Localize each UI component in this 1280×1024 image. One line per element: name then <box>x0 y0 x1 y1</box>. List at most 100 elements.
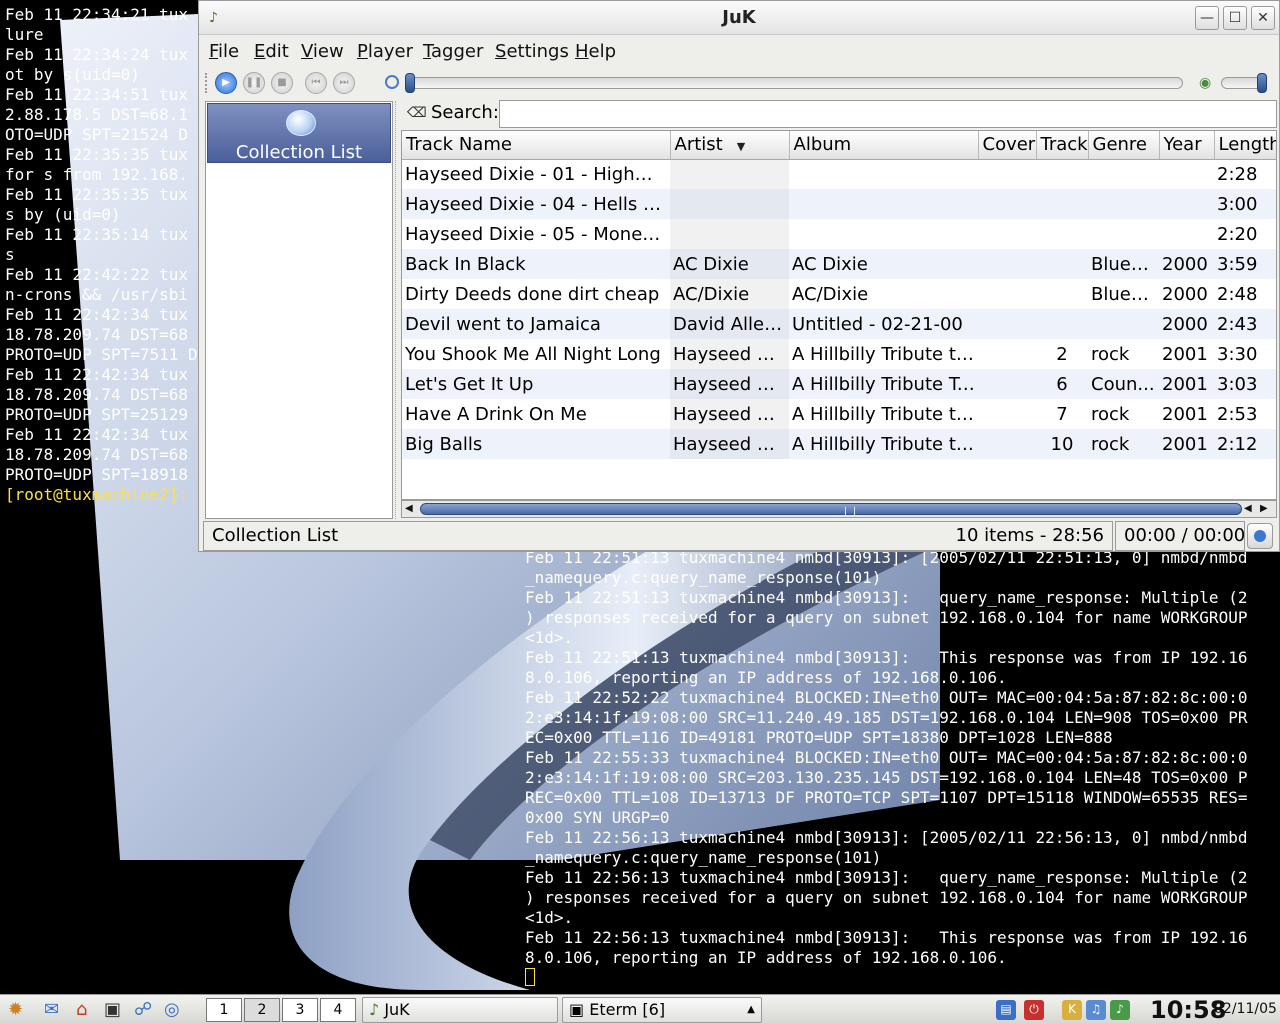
home-icon[interactable]: ⌂ <box>76 999 87 1021</box>
cell-cover <box>978 279 1036 309</box>
scroll-left-icon[interactable]: ◀ <box>405 502 413 516</box>
previous-button[interactable]: ⏮ <box>305 72 327 94</box>
terminal-line: <1d>. <box>525 908 574 927</box>
jump-to-playing-button[interactable] <box>1247 523 1273 549</box>
music-tray-icon[interactable]: ♪ <box>1110 1000 1130 1020</box>
scroll-left-icon[interactable]: ◀ <box>1244 502 1252 516</box>
column-header-length[interactable]: Length <box>1214 131 1276 160</box>
network-tray-icon[interactable]: ▤ <box>996 1000 1016 1020</box>
terminal-line: REC=0x00 TTL=108 ID=13713 DF PROTO=TCP S… <box>525 788 1248 807</box>
cell-track <box>1036 309 1088 339</box>
terminal-line: 8.0.106, reporting an IP address of 192.… <box>525 948 1007 967</box>
stop-button[interactable]: ■ <box>271 72 293 94</box>
table-row[interactable]: Back In Black AC Dixie AC Dixie Blueg... 200… <box>402 249 1276 279</box>
menu-file[interactable]: File <box>209 41 239 62</box>
menu-player[interactable]: Player <box>357 41 413 62</box>
column-header-genre[interactable]: Genre <box>1088 131 1160 160</box>
table-row[interactable]: Hayseed Dixie - 05 - Money T... 2:20 <box>402 219 1276 249</box>
pager-desktop-4[interactable]: 4 <box>320 998 356 1022</box>
klipper-icon[interactable]: K <box>1062 1000 1082 1020</box>
sidebar-item-collection-list[interactable]: Collection List <box>207 103 391 163</box>
terminal-left[interactable]: Feb 11 22:34:21 tux lure Feb 11 22:34:24 t… <box>5 5 200 510</box>
cell-track-name: Big Balls <box>402 429 670 459</box>
terminal-right[interactable]: Feb 11 22:51:13 tuxmachine4 nmbd[30913]:… <box>525 548 1280 990</box>
cell-album: A Hillbilly Tribute to ... <box>792 343 978 365</box>
cell-length: 3:59 <box>1214 249 1276 279</box>
menu-edit[interactable]: Edit <box>254 41 289 62</box>
clear-search-icon[interactable]: ⌫ <box>407 105 427 121</box>
terminal-line: <1d>. <box>525 628 574 647</box>
column-header-year[interactable]: Year <box>1159 131 1215 160</box>
column-header-cover[interactable]: Cover <box>978 131 1037 160</box>
menu-view[interactable]: View <box>301 41 344 62</box>
task-button-juk[interactable]: ♪ JuK <box>362 997 558 1023</box>
stop-icon: ■ <box>277 77 287 88</box>
pager-desktop-1[interactable]: 1 <box>206 998 242 1022</box>
terminal-line: Feb 11 22:56:13 tuxmachine4 nmbd[30913]:… <box>525 828 1248 847</box>
task-button-eterm[interactable]: ▣ Eterm [6] ▲ <box>562 997 762 1023</box>
horizontal-scrollbar[interactable]: ◀ ◀ ▶ <box>401 500 1277 518</box>
volume-handle[interactable] <box>1257 73 1267 93</box>
browser-icon[interactable]: ◎ <box>164 999 180 1021</box>
table-row[interactable]: Let's Get It Up Hayseed Di... A Hillbilly … <box>402 369 1276 399</box>
maximize-button[interactable]: ☐ <box>1223 6 1247 30</box>
close-button[interactable]: ✕ <box>1251 6 1275 30</box>
terminal-prompt: [root@tuxmachine2]: <box>5 485 189 504</box>
power-tray-icon[interactable]: ⏻ <box>1024 1000 1044 1020</box>
scroll-right-icon[interactable]: ▶ <box>1260 502 1268 516</box>
cell-genre <box>1088 189 1159 219</box>
kmix-icon[interactable]: ♫ <box>1086 1000 1106 1020</box>
table-row[interactable]: Devil went to Jamaica David Allen ... Unti… <box>402 309 1276 339</box>
cell-album: AC/Dixie <box>792 283 869 305</box>
cell-artist: Hayseed Di... <box>670 399 789 429</box>
column-header-track[interactable]: Track <box>1036 131 1089 160</box>
column-header-artist[interactable]: Artist ▼ <box>670 131 790 160</box>
kde-menu-icon[interactable]: ✹ <box>8 999 23 1021</box>
cell-year: 2000 <box>1159 249 1214 279</box>
cell-genre <box>1088 309 1159 339</box>
table-row[interactable]: You Shook Me All Night Long Hayseed Di...… <box>402 339 1276 369</box>
cell-length: 3:30 <box>1217 343 1258 365</box>
title-bar[interactable]: ♪ JuK — ☐ ✕ <box>199 1 1279 35</box>
menu-tagger[interactable]: Tagger <box>423 41 483 62</box>
table-row[interactable]: Hayseed Dixie - 01 - Highway ... 2:28 <box>402 159 1276 189</box>
terminal-line: ot by s(uid=0) <box>5 65 140 84</box>
table-header: Track Name Artist ▼ Album Cover Track Gen… <box>402 131 1276 160</box>
minimize-button[interactable]: — <box>1195 6 1219 30</box>
toolbar-grip[interactable] <box>205 73 209 93</box>
cell-year: 2001 <box>1162 403 1208 425</box>
status-bar: Collection List 10 items - 28:56 00:00 /… <box>203 521 1279 551</box>
table-row[interactable]: Have A Drink On Me Hayseed Di... A Hillbil… <box>402 399 1276 429</box>
mail-icon[interactable]: ✉ <box>44 999 59 1021</box>
next-button[interactable]: ⏭ <box>333 72 355 94</box>
pane-splitter[interactable] <box>395 101 399 519</box>
scrollbar-grip <box>845 507 855 515</box>
cell-track-name: Hayseed Dixie - 01 - Highway ... <box>405 163 670 185</box>
cell-year: 2001 <box>1162 343 1208 365</box>
menu-help[interactable]: Help <box>575 41 616 62</box>
menu-settings[interactable]: Settings <box>495 41 569 62</box>
column-header-album[interactable]: Album <box>789 131 979 160</box>
cell-cover <box>978 309 1036 339</box>
table-row[interactable]: Dirty Deeds done dirt cheap AC/Dixie AC/Di… <box>402 279 1276 309</box>
search-input[interactable] <box>499 100 1277 128</box>
pause-button[interactable]: ❚❚ <box>243 72 265 94</box>
clock-date[interactable]: 02/11/05 <box>1214 1001 1277 1017</box>
window-title: JuK <box>722 7 756 28</box>
taskbar: ✹ ✉ ⌂ ▣ ☍ ◎ 1 2 3 4 ♪ JuK ▣ Eterm [6] ▲ … <box>0 994 1280 1024</box>
cell-length: 2:43 <box>1214 309 1276 339</box>
sidebar-item-label: Collection List <box>235 142 363 163</box>
column-header-track-name[interactable]: Track Name <box>402 131 671 160</box>
pager-desktop-3[interactable]: 3 <box>282 998 318 1022</box>
task-group-arrow-icon: ▲ <box>747 1004 755 1015</box>
pager-desktop-2[interactable]: 2 <box>244 998 280 1022</box>
track-position-handle[interactable] <box>405 73 415 93</box>
network-icon[interactable]: ☍ <box>134 999 152 1021</box>
table-row[interactable]: Hayseed Dixie - 04 - Hells Bells 3:00 <box>402 189 1276 219</box>
cell-cover <box>978 219 1036 249</box>
terminal-icon[interactable]: ▣ <box>104 999 121 1021</box>
scrollbar-thumb[interactable] <box>420 503 1242 515</box>
track-position-slider[interactable] <box>405 77 1183 89</box>
play-button[interactable]: ▶ <box>215 72 237 94</box>
table-row[interactable]: Big Balls Hayseed Di... A Hillbilly Tribut… <box>402 429 1276 459</box>
